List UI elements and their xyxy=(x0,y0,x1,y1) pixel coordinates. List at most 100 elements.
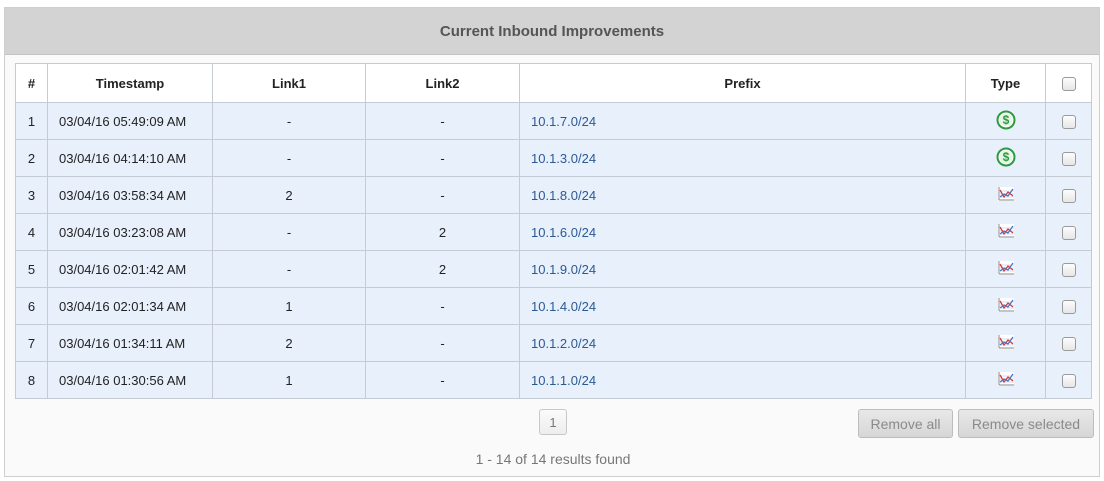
prefix-link[interactable]: 10.1.3.0/24 xyxy=(531,151,596,166)
row-type-cell xyxy=(965,361,1046,399)
row-link2: - xyxy=(365,287,520,325)
column-header-select xyxy=(1045,63,1092,103)
row-select-cell xyxy=(1045,287,1092,325)
row-checkbox[interactable] xyxy=(1061,114,1076,129)
row-link1: 1 xyxy=(212,287,366,325)
performance-chart-icon xyxy=(996,259,1016,280)
row-link2: - xyxy=(365,176,520,214)
svg-text:$: $ xyxy=(1002,113,1009,127)
table-row[interactable]: 4 03/04/16 03:23:08 AM -2 10.1.6.0/24 xyxy=(15,213,1092,251)
row-link1: - xyxy=(212,250,366,288)
prefix-link[interactable]: 10.1.2.0/24 xyxy=(531,336,596,351)
table-row[interactable]: 6 03/04/16 02:01:34 AM 1-10.1.4.0/24 xyxy=(15,287,1092,325)
row-number: 8 xyxy=(15,361,48,399)
row-checkbox[interactable] xyxy=(1061,188,1076,203)
prefix-link[interactable]: 10.1.4.0/24 xyxy=(531,299,596,314)
row-type-cell xyxy=(965,250,1046,288)
prefix-link[interactable]: 10.1.7.0/24 xyxy=(531,114,596,129)
row-type-cell xyxy=(965,287,1046,325)
select-all-checkbox[interactable] xyxy=(1061,76,1076,91)
row-prefix-cell: 10.1.9.0/24 xyxy=(519,250,966,288)
table-row[interactable]: 7 03/04/16 01:34:11 AM 2-10.1.2.0/24 xyxy=(15,324,1092,362)
row-checkbox[interactable] xyxy=(1061,262,1076,277)
performance-chart-icon xyxy=(996,296,1016,317)
row-prefix-cell: 10.1.4.0/24 xyxy=(519,287,966,325)
row-number: 5 xyxy=(15,250,48,288)
row-timestamp: 03/04/16 02:01:42 AM xyxy=(47,250,213,288)
row-timestamp: 03/04/16 03:23:08 AM xyxy=(47,213,213,251)
column-header-timestamp[interactable]: Timestamp xyxy=(47,63,213,103)
row-checkbox[interactable] xyxy=(1061,225,1076,240)
dollar-icon: $ xyxy=(996,147,1016,170)
row-link2: - xyxy=(365,102,520,140)
remove-all-button[interactable]: Remove all xyxy=(858,409,953,438)
row-number: 2 xyxy=(15,139,48,177)
table-header-row: # Timestamp Link1 Link2 Prefix Type xyxy=(15,63,1092,103)
performance-chart-icon xyxy=(996,222,1016,243)
table-row[interactable]: 3 03/04/16 03:58:34 AM 2-10.1.8.0/24 xyxy=(15,176,1092,214)
table-row[interactable]: 8 03/04/16 01:30:56 AM 1-10.1.1.0/24 xyxy=(15,361,1092,399)
row-timestamp: 03/04/16 05:49:09 AM xyxy=(47,102,213,140)
performance-chart-icon xyxy=(996,333,1016,354)
table-row[interactable]: 2 03/04/16 04:14:10 AM - -10.1.3.0/24 $ xyxy=(15,139,1092,177)
row-select-cell xyxy=(1045,176,1092,214)
panel-title: Current Inbound Improvements xyxy=(5,8,1099,55)
row-select-cell xyxy=(1045,324,1092,362)
row-link2: 2 xyxy=(365,213,520,251)
column-header-type[interactable]: Type xyxy=(965,63,1046,103)
row-select-cell xyxy=(1045,250,1092,288)
row-timestamp: 03/04/16 02:01:34 AM xyxy=(47,287,213,325)
row-link1: 2 xyxy=(212,324,366,362)
row-number: 7 xyxy=(15,324,48,362)
row-timestamp: 03/04/16 01:34:11 AM xyxy=(47,324,213,362)
column-header-link1[interactable]: Link1 xyxy=(212,63,366,103)
row-prefix-cell: 10.1.6.0/24 xyxy=(519,213,966,251)
row-link1: - xyxy=(212,139,366,177)
performance-chart-icon xyxy=(996,185,1016,206)
row-timestamp: 03/04/16 01:30:56 AM xyxy=(47,361,213,399)
row-type-cell xyxy=(965,213,1046,251)
row-select-cell xyxy=(1045,139,1092,177)
table-row[interactable]: 5 03/04/16 02:01:42 AM -2 10.1.9.0/24 xyxy=(15,250,1092,288)
row-link1: 2 xyxy=(212,176,366,214)
row-link2: 2 xyxy=(365,250,520,288)
row-type-cell xyxy=(965,324,1046,362)
row-checkbox[interactable] xyxy=(1061,299,1076,314)
prefix-link[interactable]: 10.1.9.0/24 xyxy=(531,262,596,277)
row-checkbox[interactable] xyxy=(1061,373,1076,388)
row-prefix-cell: 10.1.7.0/24 xyxy=(519,102,966,140)
row-select-cell xyxy=(1045,361,1092,399)
prefix-link[interactable]: 10.1.8.0/24 xyxy=(531,188,596,203)
prefix-link[interactable]: 10.1.6.0/24 xyxy=(531,225,596,240)
row-link1: - xyxy=(212,102,366,140)
dollar-icon: $ xyxy=(996,110,1016,133)
inbound-improvements-panel: Current Inbound Improvements # Timestamp… xyxy=(4,7,1100,477)
row-number: 3 xyxy=(15,176,48,214)
row-number: 4 xyxy=(15,213,48,251)
row-select-cell xyxy=(1045,213,1092,251)
column-header-link2[interactable]: Link2 xyxy=(365,63,520,103)
row-timestamp: 03/04/16 04:14:10 AM xyxy=(47,139,213,177)
remove-selected-button[interactable]: Remove selected xyxy=(958,409,1094,438)
row-prefix-cell: 10.1.2.0/24 xyxy=(519,324,966,362)
row-link2: - xyxy=(365,324,520,362)
results-count: 1 - 14 of 14 results found xyxy=(475,451,631,467)
row-checkbox[interactable] xyxy=(1061,336,1076,351)
row-select-cell xyxy=(1045,102,1092,140)
table-body: 1 03/04/16 05:49:09 AM - -10.1.7.0/24 $2 03/0… xyxy=(15,102,1092,399)
page-button-1[interactable]: 1 xyxy=(539,409,567,435)
row-link2: - xyxy=(365,139,520,177)
row-checkbox[interactable] xyxy=(1061,151,1076,166)
row-link2: - xyxy=(365,361,520,399)
row-type-cell: $ xyxy=(965,102,1046,140)
row-link1: - xyxy=(212,213,366,251)
column-header-num[interactable]: # xyxy=(15,63,48,103)
row-prefix-cell: 10.1.8.0/24 xyxy=(519,176,966,214)
prefix-link[interactable]: 10.1.1.0/24 xyxy=(531,373,596,388)
row-prefix-cell: 10.1.1.0/24 xyxy=(519,361,966,399)
row-type-cell: $ xyxy=(965,139,1046,177)
improvements-table: # Timestamp Link1 Link2 Prefix Type 1 03/… xyxy=(15,63,1092,399)
table-row[interactable]: 1 03/04/16 05:49:09 AM - -10.1.7.0/24 $ xyxy=(15,102,1092,140)
column-header-prefix[interactable]: Prefix xyxy=(519,63,966,103)
row-prefix-cell: 10.1.3.0/24 xyxy=(519,139,966,177)
